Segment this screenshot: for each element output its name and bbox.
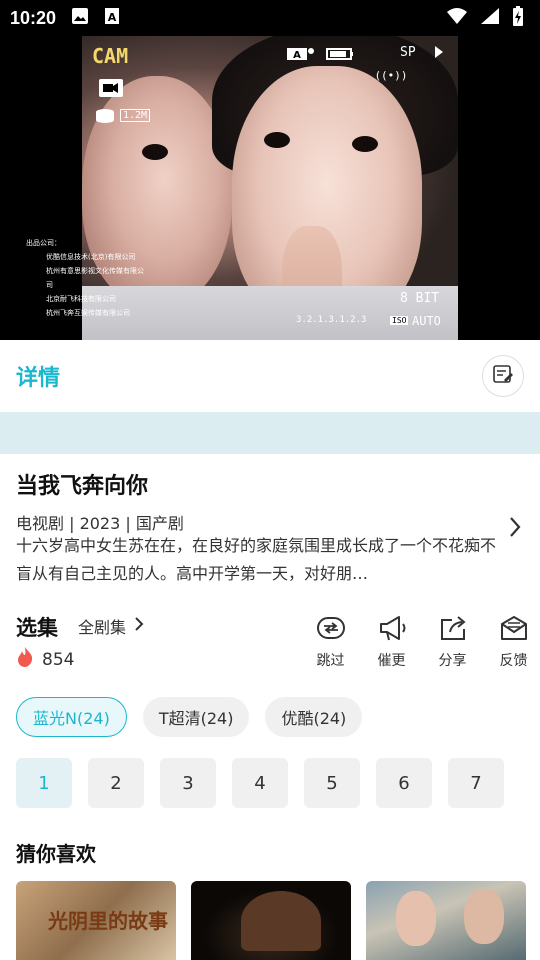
all-episodes-link[interactable]: 全剧集 [78, 614, 144, 638]
thumb-title: 光阴里的故事 [48, 909, 168, 933]
wifi-icon [446, 7, 468, 29]
cam-label: CAM [92, 44, 129, 68]
credit-line: 杭州飞奔互娱传媒有限公司 [46, 309, 130, 317]
chevron-right-icon[interactable] [508, 516, 522, 542]
recommend-list: 光阴里的故事 [16, 881, 526, 960]
eye [264, 132, 290, 148]
hot-count: 854 [16, 646, 74, 673]
app-page: 10:20 A CAM 1.2M A SP ((•)) 8 BIT 3.2.1.… [0, 0, 540, 960]
credit-line: 优酷信息技术(北京)有限公司 [46, 253, 136, 261]
episode-button[interactable]: 4 [232, 758, 288, 808]
sp-label: SP [400, 45, 416, 60]
episode-button[interactable]: 7 [448, 758, 504, 808]
feedback-label: 反馈 [499, 653, 528, 669]
recommend-heading: 猜你喜欢 [16, 842, 96, 866]
credits: 出品公司： 优酷信息技术(北京)有限公司 杭州有意思影视文化传媒有限公司 北京耐… [26, 236, 146, 320]
episode-button[interactable]: 6 [376, 758, 432, 808]
skip-button[interactable]: 跳过 [300, 614, 361, 670]
thumb-figure [464, 889, 504, 944]
episode-list: 1 2 3 4 5 6 7 [16, 758, 504, 808]
share-button[interactable]: 分享 [422, 614, 483, 670]
all-episodes-label: 全剧集 [78, 618, 127, 637]
svg-text:A: A [293, 50, 301, 61]
source-chip-hd[interactable]: T超清(24) [142, 697, 250, 737]
feedback-button[interactable]: 反馈 [483, 614, 540, 670]
source-chip-youku[interactable]: 优酷(24) [265, 697, 363, 737]
skip-label: 跳过 [316, 653, 345, 669]
image-icon [70, 6, 90, 30]
detail-header: 详情 [0, 340, 540, 412]
credit-line: 北京耐飞科技有限公司 [46, 295, 116, 303]
size-label: 1.2M [120, 109, 151, 122]
source-chip-bluray[interactable]: 蓝光N(24) [16, 697, 127, 737]
recommend-thumb[interactable] [366, 881, 526, 960]
iso-label: ISO [390, 316, 409, 325]
signal-icon [480, 7, 500, 29]
credit-line: 杭州有意思影视文化传媒有限公司 [46, 267, 144, 289]
edit-notes-button[interactable] [482, 355, 524, 397]
thumb-figure [396, 891, 436, 946]
stabilizer-icon: ((•)) [374, 68, 407, 85]
status-time: 10:20 [10, 7, 57, 28]
auto-focus-icon: A [286, 46, 316, 65]
urge-update-label: 催更 [377, 653, 406, 669]
episode-button[interactable]: 3 [160, 758, 216, 808]
battery-charging-icon [512, 5, 524, 31]
chevron-right-icon [134, 616, 144, 636]
video-camera-icon [98, 78, 124, 101]
feedback-icon [499, 614, 529, 646]
status-bar: 10:20 A [0, 0, 540, 36]
a-box-icon: A [102, 6, 122, 30]
action-bar: 跳过 催更 分享 反馈 [300, 614, 540, 670]
show-meta: 电视剧 | 2023 | 国产剧 [16, 514, 184, 533]
hot-count-value: 854 [42, 649, 75, 670]
skip-icon [316, 614, 346, 646]
episode-button[interactable]: 1 [16, 758, 72, 808]
recommend-thumb[interactable] [191, 881, 351, 960]
episode-button[interactable]: 5 [304, 758, 360, 808]
eye [352, 136, 378, 152]
video-player[interactable]: 10:20 A CAM 1.2M A SP ((•)) 8 BIT 3.2.1.… [0, 0, 540, 340]
urge-update-button[interactable]: 催更 [361, 614, 422, 670]
fire-icon [16, 646, 34, 673]
ad-banner[interactable] [0, 412, 540, 454]
svg-text:A: A [108, 11, 117, 24]
recommend-thumb[interactable]: 光阴里的故事 [16, 881, 176, 960]
eye [142, 144, 168, 160]
storage-icon [94, 108, 116, 127]
share-label: 分享 [438, 653, 467, 669]
version-label: 3.2.1.3.1.2.3 [296, 315, 367, 325]
thumb-figure [241, 891, 321, 951]
show-title: 当我飞奔向你 [16, 474, 149, 499]
share-icon [438, 614, 468, 646]
show-description: 十六岁高中女生苏在在，在良好的家庭氛围里成长成了一个不花痴不盲从有自己主见的人。… [16, 536, 496, 583]
episode-button[interactable]: 2 [88, 758, 144, 808]
svg-text:((•)): ((•)) [376, 69, 406, 82]
tab-details[interactable]: 详情 [16, 360, 60, 392]
credit-line: 出品公司： [26, 239, 61, 247]
notes-icon [492, 363, 514, 389]
source-selector: 蓝光N(24) T超清(24) 优酷(24) [16, 697, 363, 737]
episodes-heading: 选集 [16, 616, 58, 640]
auto-label: AUTO [412, 314, 441, 328]
battery-osd-icon [326, 48, 354, 63]
bit-label: 8 BIT [400, 291, 440, 306]
play-osd-icon [434, 45, 444, 62]
megaphone-icon [377, 614, 407, 646]
